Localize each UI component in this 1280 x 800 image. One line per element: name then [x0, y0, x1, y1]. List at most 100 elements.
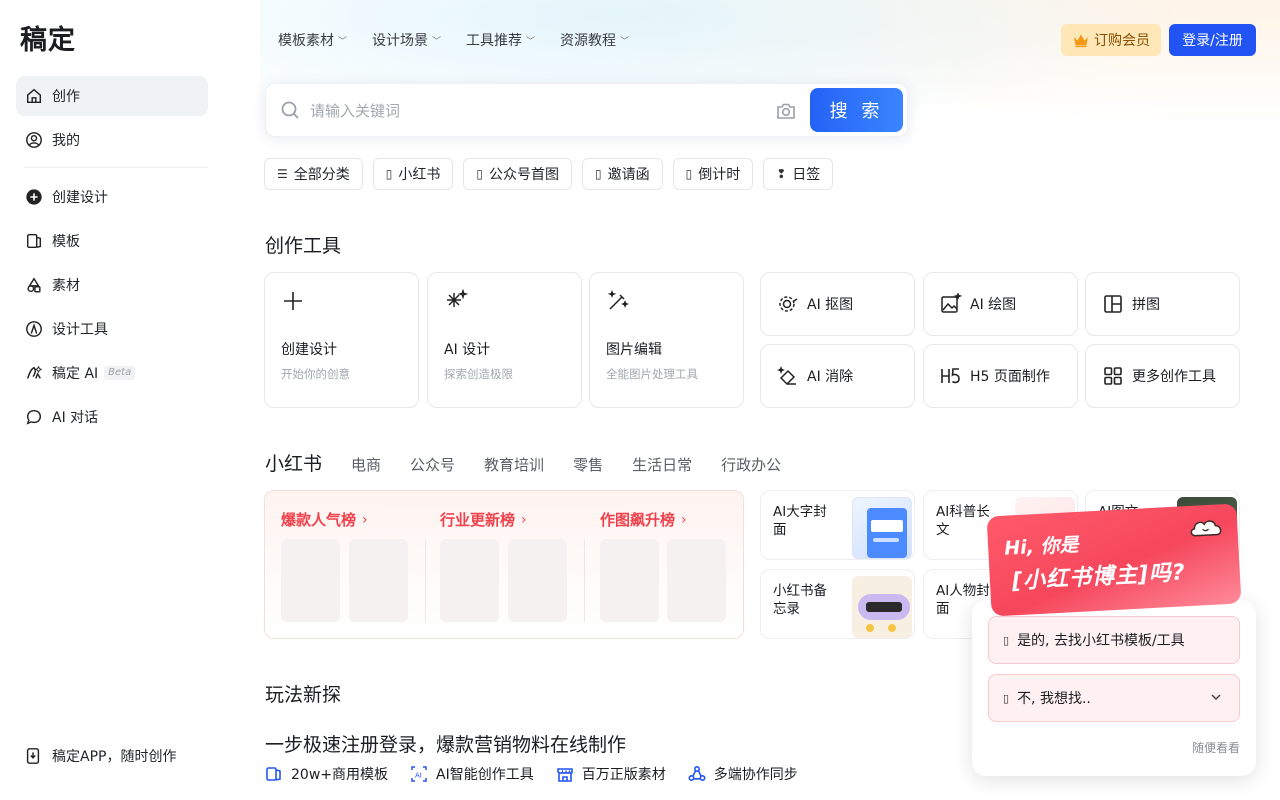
- tool-h5-page[interactable]: H5 页面制作: [923, 344, 1078, 408]
- image-sparkle-icon: [940, 293, 962, 315]
- tab-education[interactable]: 教育培训: [484, 454, 544, 475]
- template-label: AI大字封面: [773, 504, 827, 538]
- top-nav: 模板素材 ﹀ 设计场景 ﹀ 工具推荐 ﹀ 资源教程 ﹀: [278, 30, 629, 50]
- ranking-label: 行业更新榜: [440, 511, 516, 529]
- chip-wechat-cover[interactable]: ▯ 公众号首图: [463, 158, 572, 190]
- ranking-label: 爆款人气榜: [281, 511, 357, 529]
- xiaohongshu-icon: ▯: [385, 167, 393, 181]
- sidebar-item-label: 我的: [52, 133, 80, 149]
- ai-icon: AI: [410, 765, 428, 783]
- popup-banner-greeting: Hi, 你是: [1003, 533, 1079, 560]
- chip-label: 全部分类: [293, 167, 350, 183]
- tab-xiaohongshu[interactable]: 小红书: [265, 449, 322, 476]
- popup-option-no[interactable]: ▯ 不, 我想找..: [988, 674, 1240, 722]
- chip-all-categories[interactable]: ☰ 全部分类: [264, 158, 363, 190]
- shapes-icon: [24, 275, 44, 295]
- chip-daily-sign[interactable]: ❢ 日签: [763, 158, 834, 190]
- ai-spark-icon: [24, 363, 44, 383]
- rankings-card: 爆款人气榜 › 行业更新榜 › 作图飙升榜 ›: [264, 490, 744, 639]
- tool-title: 创建设计: [281, 342, 337, 358]
- feature-list: 20w+商用模板 AI AI智能创作工具 百万正版素材 多端协作同步: [265, 764, 798, 784]
- ranking-thumbnail[interactable]: [600, 539, 659, 622]
- search-input[interactable]: [310, 96, 750, 126]
- template-thumbnail: [852, 576, 912, 638]
- sidebar-item-design-tools[interactable]: 设计工具: [16, 309, 208, 349]
- tool-label: AI 消除: [807, 369, 854, 385]
- tool-ai-eraser[interactable]: AI 消除: [760, 344, 915, 408]
- chevron-right-icon: ›: [681, 511, 687, 528]
- ranking-label: 作图飙升榜: [600, 511, 676, 529]
- tool-label: 更多创作工具: [1132, 369, 1216, 385]
- ranking-thumbnail[interactable]: [349, 539, 408, 622]
- template-card-ai-big-text-cover[interactable]: AI大字封面: [760, 490, 915, 560]
- tab-daily-life[interactable]: 生活日常: [632, 454, 692, 475]
- chevron-down-icon: [1209, 690, 1223, 704]
- invitation-icon: ▯: [594, 167, 602, 181]
- sidebar-divider: [24, 167, 208, 168]
- shop-icon: [556, 765, 574, 783]
- topnav-resources[interactable]: 资源教程 ﹀: [560, 30, 629, 50]
- tab-wechat-official[interactable]: 公众号: [410, 454, 455, 475]
- sidebar-item-materials[interactable]: 素材: [16, 265, 208, 305]
- tab-office[interactable]: 行政办公: [721, 454, 781, 475]
- sidebar: 稿定 创作 我的 创建设计 模板 素材 设计工具 稿定 AI Beta AI 对…: [0, 0, 224, 800]
- template-icon: [24, 231, 44, 251]
- tool-label: AI 绘图: [970, 297, 1017, 313]
- tool-ai-design[interactable]: AI 设计 探索创造极限: [427, 272, 582, 408]
- tool-collage[interactable]: 拼图: [1085, 272, 1240, 336]
- ranking-rising[interactable]: 作图飙升榜 ›: [600, 509, 687, 530]
- tool-create-design[interactable]: 创建设计 开始你的创意: [264, 272, 419, 408]
- ranking-thumbnail[interactable]: [440, 539, 499, 622]
- creation-tools-title: 创作工具: [265, 235, 342, 257]
- ranking-industry-updates[interactable]: 行业更新榜 ›: [440, 509, 527, 530]
- sidebar-item-label: AI 对话: [52, 410, 99, 426]
- sidebar-item-ai-chat[interactable]: AI 对话: [16, 397, 208, 437]
- topnav-design-scenes[interactable]: 设计场景 ﹀: [372, 30, 441, 50]
- sidebar-item-create-design[interactable]: 创建设计: [16, 177, 208, 217]
- sidebar-item-label: 模板: [52, 234, 80, 250]
- feature-label: AI智能创作工具: [436, 767, 534, 783]
- tool-title: 图片编辑: [606, 342, 662, 358]
- template-card-memo[interactable]: 小红书备忘录: [760, 569, 915, 639]
- topnav-tool-recommend[interactable]: 工具推荐 ﹀: [466, 30, 535, 50]
- brand-logo[interactable]: 稿定: [20, 18, 76, 57]
- popup-banner: Hi, 你是 [小红书博主]吗?: [986, 503, 1242, 617]
- chip-xiaohongshu[interactable]: ▯ 小红书: [372, 158, 454, 190]
- search-button[interactable]: 搜 索: [810, 88, 903, 132]
- tab-ecommerce[interactable]: 电商: [351, 454, 381, 475]
- option-label: 是的, 去找小红书模板/工具: [1017, 633, 1185, 649]
- beta-badge: Beta: [104, 366, 136, 380]
- popup-option-yes[interactable]: ▯ 是的, 去找小红书模板/工具: [988, 616, 1240, 664]
- sidebar-item-gaoding-ai[interactable]: 稿定 AI Beta: [16, 353, 208, 393]
- option-label: 不, 我想找..: [1017, 691, 1091, 707]
- camera-icon[interactable]: [775, 100, 797, 122]
- login-register-button[interactable]: 登录/注册: [1169, 24, 1256, 56]
- tool-ai-drawing[interactable]: AI 绘图: [923, 272, 1078, 336]
- ranking-thumbnail[interactable]: [281, 539, 340, 622]
- popup-skip-link[interactable]: 随便看看: [1192, 739, 1240, 756]
- chip-countdown[interactable]: ▯ 倒计时: [672, 158, 754, 190]
- subscribe-vip-button[interactable]: 订购会员: [1061, 24, 1161, 56]
- tab-retail[interactable]: 零售: [573, 454, 603, 475]
- grid-icon: [1102, 365, 1124, 387]
- chip-label: 小红书: [398, 167, 441, 183]
- eraser-icon: [777, 365, 799, 387]
- download-app-link[interactable]: 稿定APP，随时创作: [24, 746, 176, 766]
- home-icon: [24, 86, 44, 106]
- sidebar-item-templates[interactable]: 模板: [16, 221, 208, 261]
- cloud-icon: [1190, 520, 1222, 537]
- compass-icon: [24, 319, 44, 339]
- tool-more[interactable]: 更多创作工具: [1085, 344, 1240, 408]
- ranking-thumbnail[interactable]: [667, 539, 726, 622]
- topnav-label: 设计场景: [372, 33, 429, 49]
- sidebar-item-create[interactable]: 创作: [16, 76, 208, 116]
- sidebar-item-mine[interactable]: 我的: [16, 120, 208, 160]
- ranking-thumbnail[interactable]: [508, 539, 567, 622]
- topnav-templates-materials[interactable]: 模板素材 ﹀: [278, 30, 347, 50]
- ranking-popular[interactable]: 爆款人气榜 ›: [281, 509, 368, 530]
- chevron-down-icon: ﹀: [338, 36, 348, 47]
- tool-image-edit[interactable]: 图片编辑 全能图片处理工具: [589, 272, 744, 408]
- chip-invitation[interactable]: ▯ 邀请函: [581, 158, 663, 190]
- tool-ai-cutout[interactable]: AI 抠图: [760, 272, 915, 336]
- sync-icon: [688, 765, 706, 783]
